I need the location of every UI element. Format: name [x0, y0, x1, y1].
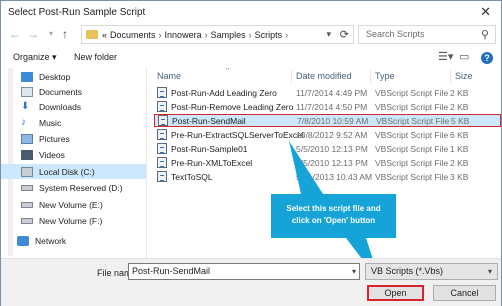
file-type-select[interactable]: VB Scripts (*.Vbs) ▾: [365, 263, 498, 280]
chevron-down-icon[interactable]: ▾: [488, 264, 492, 279]
cancel-button[interactable]: Cancel: [433, 285, 496, 301]
file-name-value: Post-Run-SendMail: [132, 266, 211, 276]
chevron-down-icon[interactable]: ▾: [352, 264, 356, 279]
dialog-footer: File name: Post-Run-SendMail ▾ VB Script…: [1, 258, 501, 306]
callout-line-1: Select this script file and: [286, 204, 381, 213]
file-name-input[interactable]: Post-Run-SendMail ▾: [128, 263, 360, 280]
open-button[interactable]: Open: [367, 285, 424, 301]
instruction-callout: Select this script file and click on 'Op…: [271, 194, 396, 238]
callout-pointer-to-file: [289, 141, 323, 194]
file-type-value: VB Scripts (*.Vbs): [371, 266, 444, 276]
dialog-window: Select Post-Run Sample Script ✕ ← → ▾ ↑ …: [0, 0, 502, 306]
callout-line-2: click on 'Open' button: [291, 216, 376, 225]
